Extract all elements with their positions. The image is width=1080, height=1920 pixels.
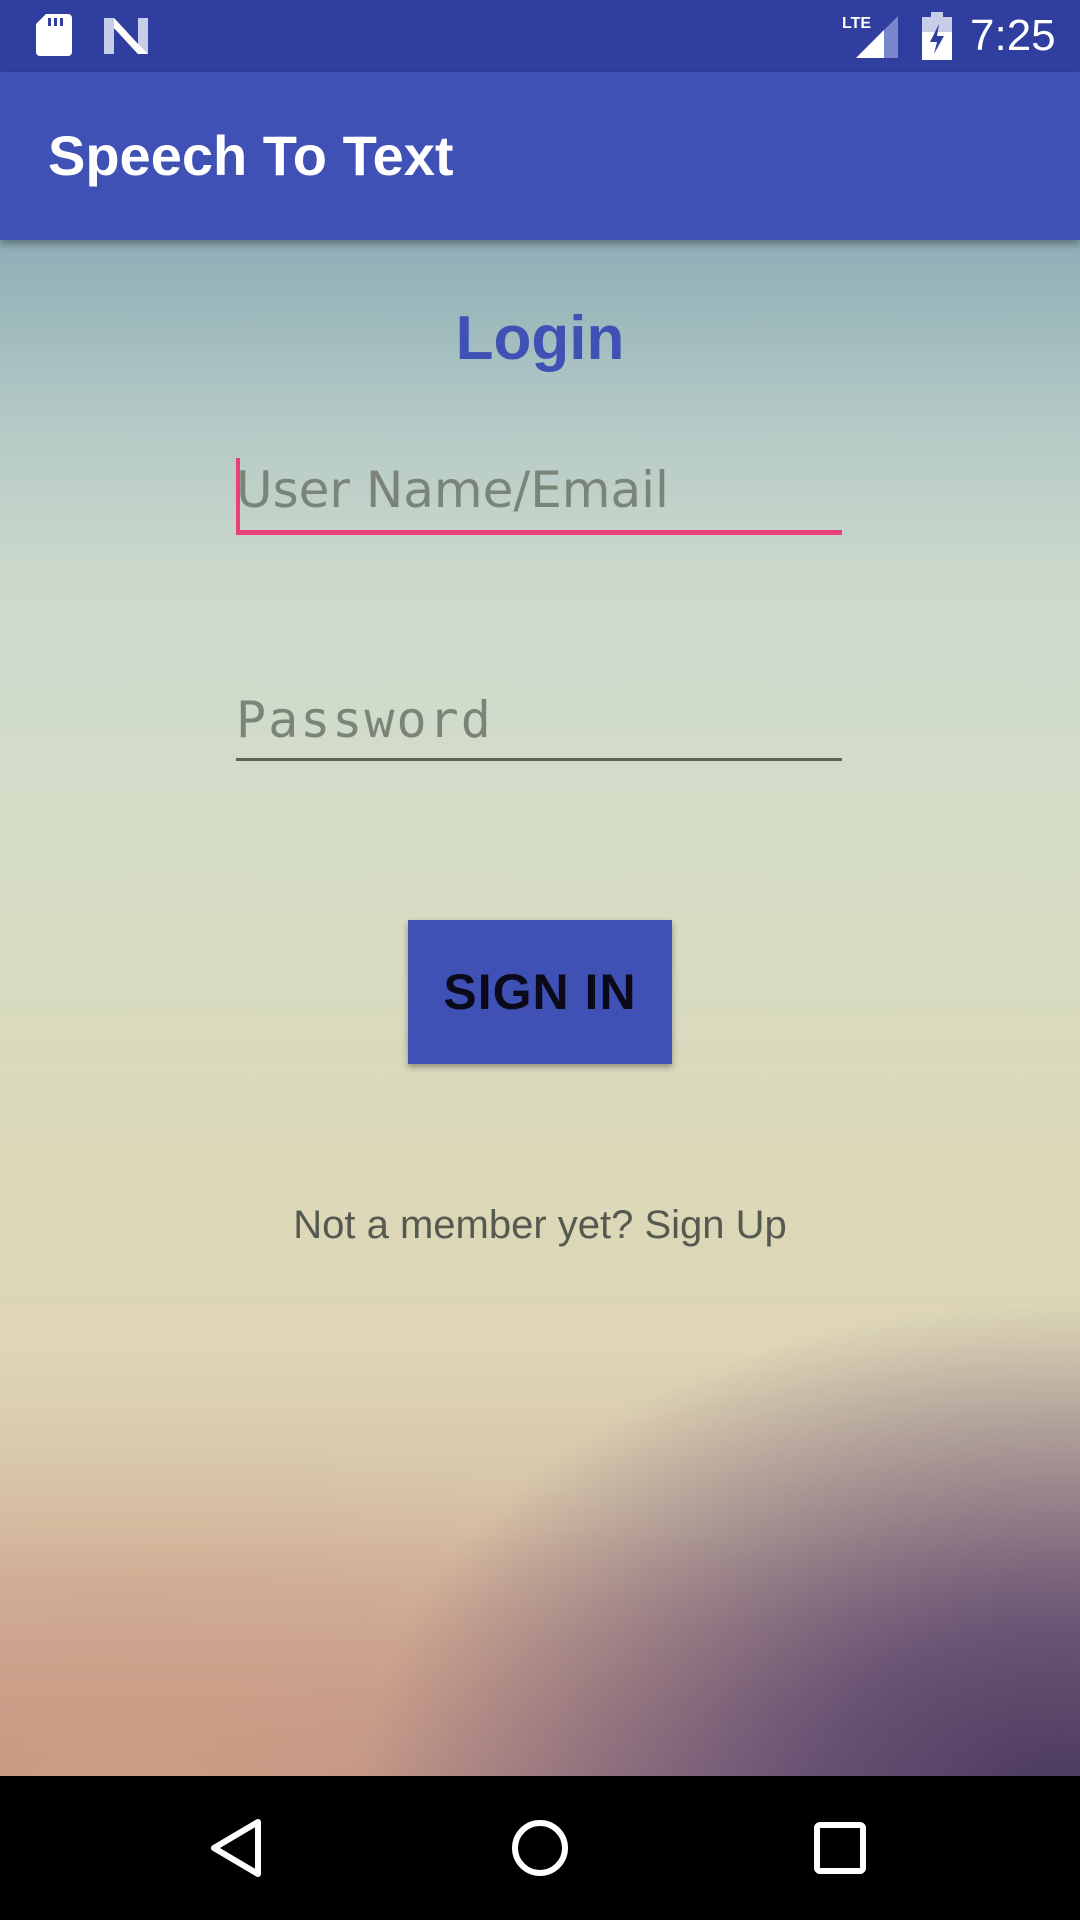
sign-in-button[interactable]: SIGN IN: [408, 920, 672, 1064]
username-underline: [236, 530, 842, 535]
back-icon[interactable]: [200, 1808, 280, 1888]
username-field-container: [236, 450, 842, 540]
login-heading: Login: [455, 304, 625, 373]
username-input[interactable]: [236, 450, 842, 530]
navigation-bar: [0, 1776, 1080, 1920]
login-form: Login SIGN IN Not a member yet? Sign Up: [0, 240, 1080, 1776]
text-cursor: [236, 458, 240, 530]
n-logo-icon: [104, 18, 148, 54]
password-field-container: [236, 680, 842, 761]
recents-icon[interactable]: [800, 1808, 880, 1888]
sign-up-link[interactable]: Not a member yet? Sign Up: [0, 1200, 1080, 1250]
lte-signal-icon: LTE: [842, 15, 898, 58]
status-time: 7:25: [970, 11, 1056, 60]
password-input[interactable]: [236, 680, 842, 760]
screen: LTE 7:25 Speech To Text Login SIGN IN No…: [0, 0, 1080, 1920]
sd-card-icon: [36, 14, 72, 56]
password-underline: [236, 758, 842, 761]
app-title: Speech To Text: [48, 124, 454, 187]
battery-charging-icon: [922, 12, 952, 60]
status-bar: LTE 7:25: [0, 0, 1080, 72]
home-icon[interactable]: [500, 1808, 580, 1888]
lte-label: LTE: [842, 15, 871, 32]
app-bar: Speech To Text: [0, 72, 1080, 240]
